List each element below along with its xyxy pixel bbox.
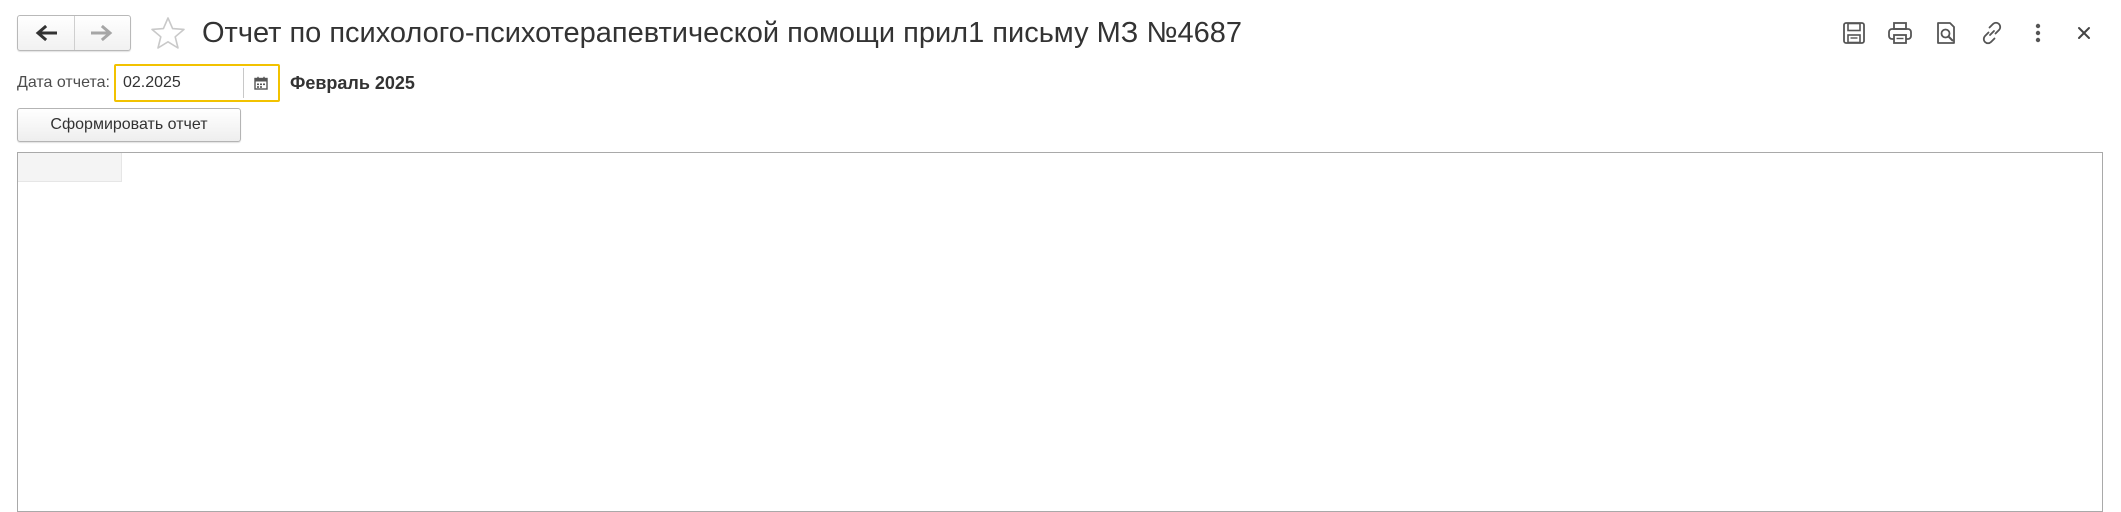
link-icon [1982,21,2002,45]
favorite-star-button[interactable] [148,14,188,52]
report-date-label: Дата отчета: [17,74,110,91]
floppy-disk-icon [1843,22,1865,44]
report-date-input[interactable] [115,66,243,100]
forward-button[interactable] [73,16,131,50]
report-period-text: Февраль 2025 [289,72,415,93]
report-date-row: Дата отчета: Февраль 2025 [17,64,415,102]
generate-report-button[interactable]: Сформировать отчет [17,108,241,142]
arrow-left-icon [35,25,57,41]
arrow-right-icon [91,25,113,41]
title-bar: Отчет по психолого-психотерапевтической … [0,0,2121,64]
report-spreadsheet-area[interactable] [17,152,2103,512]
preview-button[interactable] [1923,16,1969,50]
close-button[interactable] [2061,16,2107,50]
spreadsheet-corner-cell [18,153,122,182]
save-button[interactable] [1831,16,1877,50]
page-title: Отчет по психолого-психотерапевтической … [202,17,1242,49]
vertical-dots-icon [2035,23,2041,43]
printer-icon [1888,22,1912,44]
star-icon [151,17,185,49]
close-icon [2078,27,2090,39]
copy-link-button[interactable] [1969,16,2015,50]
print-button[interactable] [1877,16,1923,50]
navigation-buttons [17,15,131,51]
calendar-icon [254,76,268,90]
page-preview-icon [1937,22,1955,44]
more-actions-button[interactable] [2015,16,2061,50]
report-date-field[interactable] [113,64,280,102]
calendar-button[interactable] [242,68,278,98]
window-toolbar [1831,16,2107,50]
back-button[interactable] [18,16,74,50]
